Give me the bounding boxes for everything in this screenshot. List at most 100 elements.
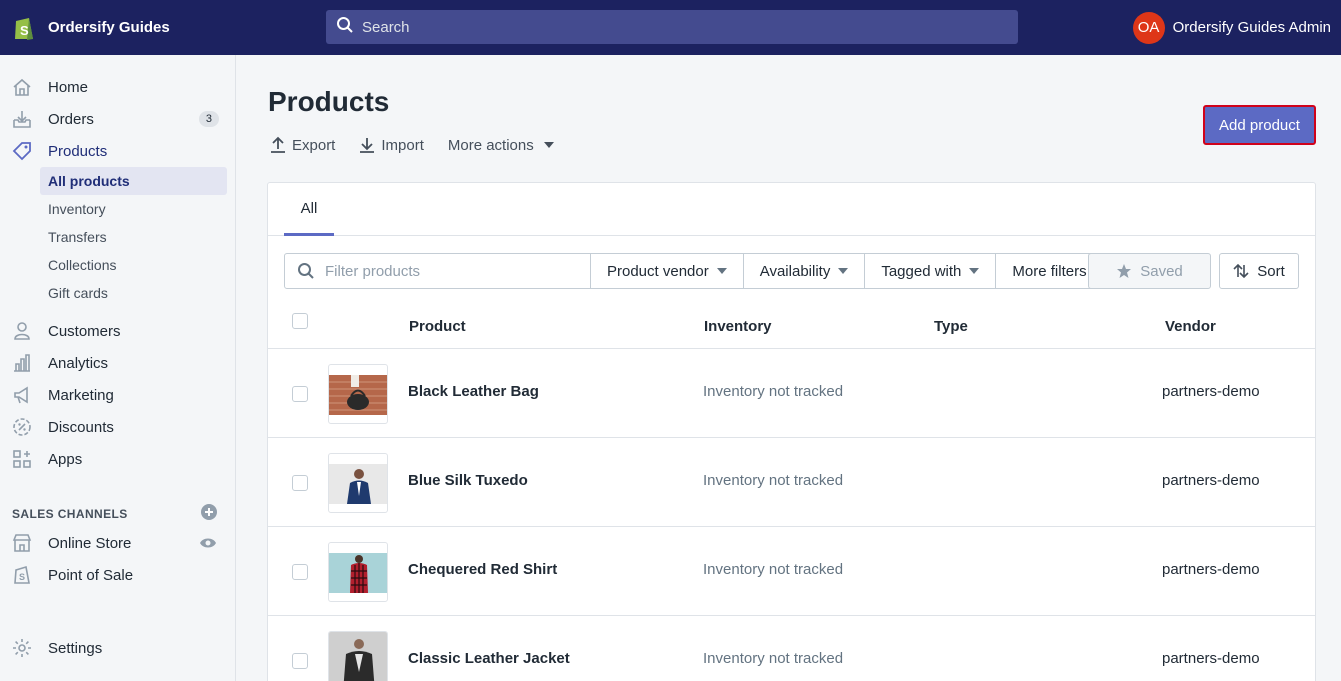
table-row[interactable]: Classic Leather Jacket Inventory not tra… [268, 616, 1315, 681]
tabs: All [268, 183, 1315, 236]
row-checkbox[interactable] [292, 564, 308, 580]
sidebar-item-label: Point of Sale [48, 566, 134, 584]
product-vendor-filter[interactable]: Product vendor [591, 253, 744, 289]
row-checkbox[interactable] [292, 386, 308, 402]
sidebar-item-home[interactable]: Home [4, 72, 227, 102]
add-channel-icon[interactable] [201, 504, 217, 524]
product-name[interactable]: Blue Silk Tuxedo [408, 472, 528, 489]
sort-button[interactable]: Sort [1219, 253, 1299, 289]
more-actions-button[interactable]: More actions [448, 137, 560, 154]
products-card: All Product vendor Availability Tagged w… [267, 182, 1316, 681]
sidebar-item-label: Marketing [48, 386, 114, 404]
chequered-red-shirt-image [329, 553, 387, 593]
sidebar-subitem-all-products[interactable]: All products [40, 167, 227, 195]
sidebar-item-online-store[interactable]: Online Store [4, 528, 227, 558]
sidebar-item-label: Online Store [48, 534, 132, 552]
sort-label: Sort [1257, 262, 1285, 280]
tagged-with-label: Tagged with [881, 262, 962, 280]
sidebar-item-products[interactable]: Products [4, 136, 227, 166]
filter-products-field[interactable] [284, 253, 591, 289]
black-leather-bag-image [329, 375, 387, 415]
product-thumbnail[interactable] [328, 364, 388, 424]
eye-icon[interactable] [199, 536, 217, 550]
brand[interactable]: S Ordersify Guides [12, 0, 170, 55]
avatar: OA [1132, 11, 1165, 44]
store-name: Ordersify Guides [48, 19, 170, 36]
gear-icon [13, 639, 31, 657]
sidebar-item-label: Analytics [48, 354, 109, 372]
sort-icon [1233, 263, 1249, 279]
sidebar-item-marketing[interactable]: Marketing [4, 380, 227, 410]
orders-icon [13, 111, 31, 128]
sidebar-item-analytics[interactable]: Analytics [4, 348, 227, 378]
product-name[interactable]: Classic Leather Jacket [408, 650, 570, 667]
sidebar-subitem-gift-cards[interactable]: Gift cards [40, 279, 227, 307]
caret-down-icon [838, 268, 849, 274]
filter-products-input[interactable] [325, 262, 575, 280]
sidebar-item-point-of-sale[interactable]: S Point of Sale [4, 560, 227, 590]
product-inventory: Inventory not tracked [703, 561, 844, 578]
sales-channels-header: SALES CHANNELS [12, 504, 217, 524]
export-button[interactable]: Export [270, 136, 335, 154]
caret-down-icon [969, 268, 980, 274]
product-name[interactable]: Chequered Red Shirt [408, 561, 557, 578]
product-inventory: Inventory not tracked [703, 472, 844, 489]
search-bar[interactable] [326, 10, 1018, 44]
bar-chart-icon [14, 354, 30, 372]
table-row[interactable]: Blue Silk Tuxedo Inventory not tracked p… [268, 438, 1315, 527]
tab-all[interactable]: All [284, 183, 334, 236]
sidebar-item-orders[interactable]: Orders 3 [4, 104, 227, 134]
tagged-with-filter[interactable]: Tagged with [865, 253, 997, 289]
product-vendor: partners-demo [1162, 650, 1260, 667]
discount-icon [13, 418, 31, 436]
availability-filter[interactable]: Availability [743, 253, 866, 289]
filter-row: Product vendor Availability Tagged with … [284, 253, 1104, 289]
product-inventory: Inventory not tracked [703, 383, 844, 400]
product-thumbnail[interactable] [328, 631, 388, 681]
table-header: Product Inventory Type Vendor [268, 304, 1315, 349]
table-row[interactable]: Chequered Red Shirt Inventory not tracke… [268, 527, 1315, 616]
select-all-checkbox[interactable] [292, 313, 308, 329]
row-checkbox[interactable] [292, 653, 308, 669]
sidebar-item-label: Home [48, 78, 89, 96]
sidebar-subitem-inventory[interactable]: Inventory [40, 195, 227, 223]
pos-icon: S [14, 565, 30, 584]
classic-leather-jacket-image [329, 632, 387, 681]
product-name[interactable]: Black Leather Bag [408, 383, 539, 400]
search-input[interactable] [362, 18, 962, 36]
row-checkbox[interactable] [292, 475, 308, 491]
page-title: Products [268, 86, 390, 117]
import-label: Import [381, 136, 424, 154]
sidebar-item-customers[interactable]: Customers [4, 316, 227, 346]
table-row[interactable]: Black Leather Bag Inventory not tracked … [268, 349, 1315, 438]
user-menu[interactable]: OA Ordersify Guides Admin [1132, 0, 1331, 55]
sidebar: Home Orders 3 Products All products Inve… [0, 55, 236, 681]
sidebar-subitem-transfers[interactable]: Transfers [40, 223, 227, 251]
caret-down-icon [543, 142, 554, 148]
sidebar-item-label: Settings [48, 639, 103, 657]
caret-down-icon [716, 268, 727, 274]
product-inventory: Inventory not tracked [703, 650, 844, 667]
saved-label: Saved [1140, 262, 1183, 280]
sidebar-item-apps[interactable]: Apps [4, 444, 227, 474]
home-icon [13, 78, 31, 96]
sidebar-item-discounts[interactable]: Discounts [4, 412, 227, 442]
apps-icon [13, 450, 31, 468]
search-icon [298, 263, 314, 279]
sidebar-subitem-collections[interactable]: Collections [40, 251, 227, 279]
add-product-button[interactable]: Add product [1203, 105, 1316, 145]
more-filters-label: More filters [1012, 262, 1087, 280]
more-actions-label: More actions [447, 136, 534, 154]
product-vendor: partners-demo [1162, 383, 1260, 400]
sidebar-item-settings[interactable]: Settings [4, 633, 227, 663]
svg-text:S: S [20, 23, 29, 38]
product-thumbnail[interactable] [328, 453, 388, 513]
saved-button[interactable]: Saved [1088, 253, 1211, 289]
column-header-type: Type [934, 318, 968, 335]
shopify-logo-icon: S [12, 14, 36, 42]
page-actions: Export Import More actions [270, 133, 584, 157]
product-thumbnail[interactable] [328, 542, 388, 602]
import-button[interactable]: Import [359, 136, 424, 154]
sidebar-item-label: Apps [48, 450, 83, 468]
sidebar-item-label: Orders [48, 110, 94, 128]
